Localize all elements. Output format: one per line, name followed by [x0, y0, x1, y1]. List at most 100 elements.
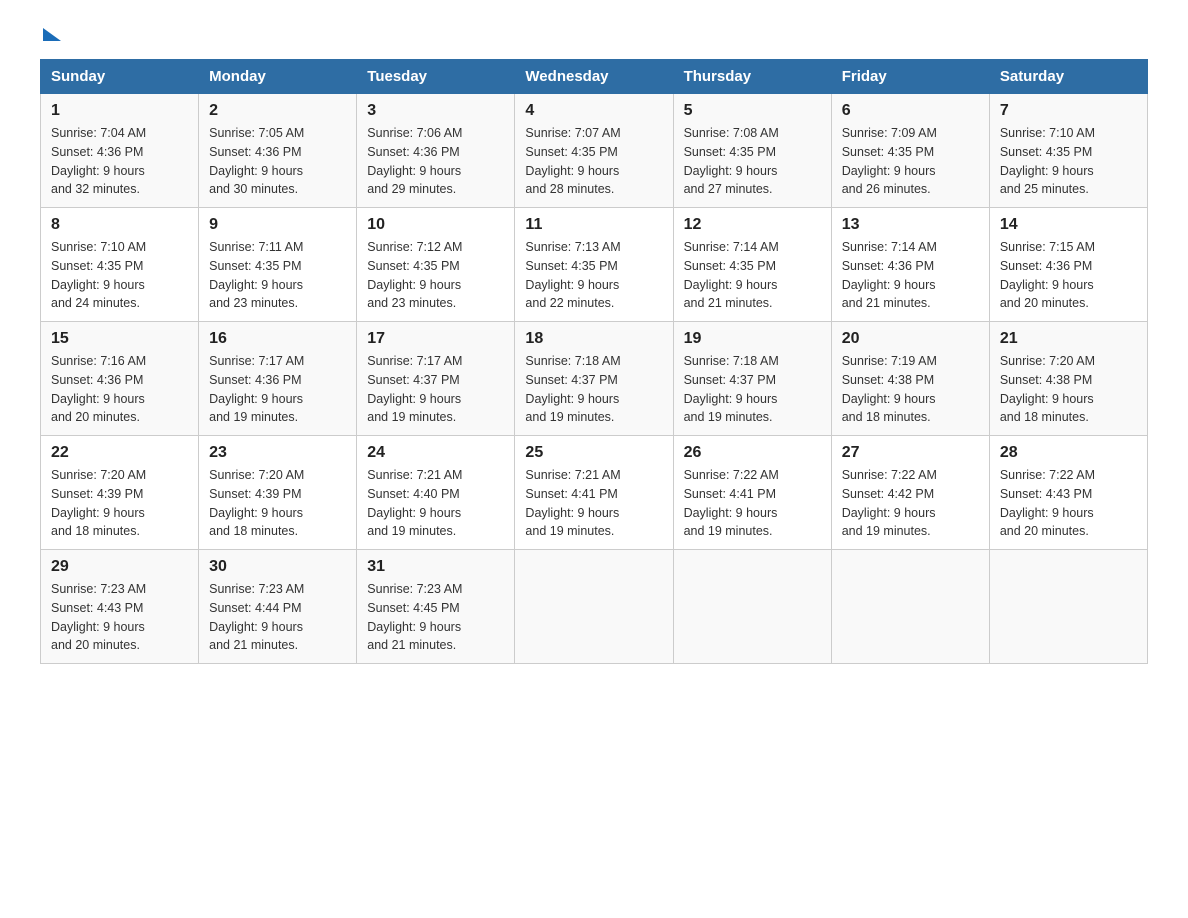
calendar-cell [515, 550, 673, 664]
day-number: 24 [367, 444, 504, 462]
day-info: Sunrise: 7:15 AMSunset: 4:36 PMDaylight:… [1000, 240, 1095, 310]
calendar-cell: 7 Sunrise: 7:10 AMSunset: 4:35 PMDayligh… [989, 94, 1147, 208]
col-header-sunday: Sunday [41, 60, 199, 94]
day-info: Sunrise: 7:20 AMSunset: 4:39 PMDaylight:… [209, 468, 304, 538]
day-number: 21 [1000, 330, 1137, 348]
day-info: Sunrise: 7:11 AMSunset: 4:35 PMDaylight:… [209, 240, 303, 310]
calendar-cell: 5 Sunrise: 7:08 AMSunset: 4:35 PMDayligh… [673, 94, 831, 208]
calendar-cell: 24 Sunrise: 7:21 AMSunset: 4:40 PMDaylig… [357, 436, 515, 550]
calendar-cell [673, 550, 831, 664]
day-info: Sunrise: 7:18 AMSunset: 4:37 PMDaylight:… [525, 354, 620, 424]
day-number: 15 [51, 330, 188, 348]
day-number: 31 [367, 558, 504, 576]
day-info: Sunrise: 7:22 AMSunset: 4:43 PMDaylight:… [1000, 468, 1095, 538]
day-info: Sunrise: 7:06 AMSunset: 4:36 PMDaylight:… [367, 126, 462, 196]
day-info: Sunrise: 7:22 AMSunset: 4:42 PMDaylight:… [842, 468, 937, 538]
calendar-cell: 8 Sunrise: 7:10 AMSunset: 4:35 PMDayligh… [41, 208, 199, 322]
day-info: Sunrise: 7:21 AMSunset: 4:41 PMDaylight:… [525, 468, 620, 538]
calendar-cell: 14 Sunrise: 7:15 AMSunset: 4:36 PMDaylig… [989, 208, 1147, 322]
day-number: 5 [684, 102, 821, 120]
day-info: Sunrise: 7:14 AMSunset: 4:36 PMDaylight:… [842, 240, 937, 310]
calendar-table: SundayMondayTuesdayWednesdayThursdayFrid… [40, 59, 1148, 664]
day-number: 10 [367, 216, 504, 234]
day-number: 6 [842, 102, 979, 120]
col-header-monday: Monday [199, 60, 357, 94]
day-info: Sunrise: 7:19 AMSunset: 4:38 PMDaylight:… [842, 354, 937, 424]
calendar-cell: 3 Sunrise: 7:06 AMSunset: 4:36 PMDayligh… [357, 94, 515, 208]
calendar-cell: 27 Sunrise: 7:22 AMSunset: 4:42 PMDaylig… [831, 436, 989, 550]
day-number: 25 [525, 444, 662, 462]
page-header [40, 30, 1148, 39]
logo-triangle-icon [43, 28, 61, 41]
logo [40, 30, 61, 39]
calendar-cell: 26 Sunrise: 7:22 AMSunset: 4:41 PMDaylig… [673, 436, 831, 550]
day-number: 26 [684, 444, 821, 462]
calendar-cell: 2 Sunrise: 7:05 AMSunset: 4:36 PMDayligh… [199, 94, 357, 208]
day-info: Sunrise: 7:23 AMSunset: 4:44 PMDaylight:… [209, 582, 304, 652]
day-info: Sunrise: 7:05 AMSunset: 4:36 PMDaylight:… [209, 126, 304, 196]
day-number: 16 [209, 330, 346, 348]
day-info: Sunrise: 7:20 AMSunset: 4:38 PMDaylight:… [1000, 354, 1095, 424]
day-info: Sunrise: 7:08 AMSunset: 4:35 PMDaylight:… [684, 126, 779, 196]
day-number: 19 [684, 330, 821, 348]
day-info: Sunrise: 7:17 AMSunset: 4:37 PMDaylight:… [367, 354, 462, 424]
day-number: 22 [51, 444, 188, 462]
day-info: Sunrise: 7:20 AMSunset: 4:39 PMDaylight:… [51, 468, 146, 538]
day-info: Sunrise: 7:10 AMSunset: 4:35 PMDaylight:… [51, 240, 146, 310]
calendar-cell: 18 Sunrise: 7:18 AMSunset: 4:37 PMDaylig… [515, 322, 673, 436]
day-number: 20 [842, 330, 979, 348]
day-number: 3 [367, 102, 504, 120]
calendar-week-row: 8 Sunrise: 7:10 AMSunset: 4:35 PMDayligh… [41, 208, 1148, 322]
calendar-cell: 20 Sunrise: 7:19 AMSunset: 4:38 PMDaylig… [831, 322, 989, 436]
calendar-week-row: 29 Sunrise: 7:23 AMSunset: 4:43 PMDaylig… [41, 550, 1148, 664]
day-info: Sunrise: 7:07 AMSunset: 4:35 PMDaylight:… [525, 126, 620, 196]
col-header-tuesday: Tuesday [357, 60, 515, 94]
calendar-cell: 12 Sunrise: 7:14 AMSunset: 4:35 PMDaylig… [673, 208, 831, 322]
calendar-cell [989, 550, 1147, 664]
day-number: 29 [51, 558, 188, 576]
day-number: 2 [209, 102, 346, 120]
calendar-cell: 23 Sunrise: 7:20 AMSunset: 4:39 PMDaylig… [199, 436, 357, 550]
calendar-cell: 25 Sunrise: 7:21 AMSunset: 4:41 PMDaylig… [515, 436, 673, 550]
day-number: 18 [525, 330, 662, 348]
day-info: Sunrise: 7:18 AMSunset: 4:37 PMDaylight:… [684, 354, 779, 424]
day-number: 17 [367, 330, 504, 348]
day-number: 8 [51, 216, 188, 234]
calendar-cell: 21 Sunrise: 7:20 AMSunset: 4:38 PMDaylig… [989, 322, 1147, 436]
day-info: Sunrise: 7:14 AMSunset: 4:35 PMDaylight:… [684, 240, 779, 310]
day-info: Sunrise: 7:23 AMSunset: 4:45 PMDaylight:… [367, 582, 462, 652]
day-number: 14 [1000, 216, 1137, 234]
day-info: Sunrise: 7:04 AMSunset: 4:36 PMDaylight:… [51, 126, 146, 196]
calendar-cell: 6 Sunrise: 7:09 AMSunset: 4:35 PMDayligh… [831, 94, 989, 208]
day-info: Sunrise: 7:16 AMSunset: 4:36 PMDaylight:… [51, 354, 146, 424]
calendar-cell: 1 Sunrise: 7:04 AMSunset: 4:36 PMDayligh… [41, 94, 199, 208]
calendar-cell: 15 Sunrise: 7:16 AMSunset: 4:36 PMDaylig… [41, 322, 199, 436]
calendar-cell [831, 550, 989, 664]
calendar-cell: 29 Sunrise: 7:23 AMSunset: 4:43 PMDaylig… [41, 550, 199, 664]
calendar-cell: 11 Sunrise: 7:13 AMSunset: 4:35 PMDaylig… [515, 208, 673, 322]
calendar-cell: 30 Sunrise: 7:23 AMSunset: 4:44 PMDaylig… [199, 550, 357, 664]
calendar-cell: 16 Sunrise: 7:17 AMSunset: 4:36 PMDaylig… [199, 322, 357, 436]
day-number: 23 [209, 444, 346, 462]
calendar-cell: 19 Sunrise: 7:18 AMSunset: 4:37 PMDaylig… [673, 322, 831, 436]
calendar-cell: 10 Sunrise: 7:12 AMSunset: 4:35 PMDaylig… [357, 208, 515, 322]
day-number: 11 [525, 216, 662, 234]
calendar-week-row: 1 Sunrise: 7:04 AMSunset: 4:36 PMDayligh… [41, 94, 1148, 208]
day-info: Sunrise: 7:17 AMSunset: 4:36 PMDaylight:… [209, 354, 304, 424]
calendar-cell: 28 Sunrise: 7:22 AMSunset: 4:43 PMDaylig… [989, 436, 1147, 550]
day-info: Sunrise: 7:13 AMSunset: 4:35 PMDaylight:… [525, 240, 620, 310]
calendar-cell: 17 Sunrise: 7:17 AMSunset: 4:37 PMDaylig… [357, 322, 515, 436]
calendar-header-row: SundayMondayTuesdayWednesdayThursdayFrid… [41, 60, 1148, 94]
calendar-cell: 9 Sunrise: 7:11 AMSunset: 4:35 PMDayligh… [199, 208, 357, 322]
calendar-week-row: 22 Sunrise: 7:20 AMSunset: 4:39 PMDaylig… [41, 436, 1148, 550]
col-header-wednesday: Wednesday [515, 60, 673, 94]
calendar-cell: 31 Sunrise: 7:23 AMSunset: 4:45 PMDaylig… [357, 550, 515, 664]
day-number: 9 [209, 216, 346, 234]
day-number: 28 [1000, 444, 1137, 462]
day-number: 7 [1000, 102, 1137, 120]
day-info: Sunrise: 7:21 AMSunset: 4:40 PMDaylight:… [367, 468, 462, 538]
calendar-cell: 4 Sunrise: 7:07 AMSunset: 4:35 PMDayligh… [515, 94, 673, 208]
col-header-friday: Friday [831, 60, 989, 94]
day-info: Sunrise: 7:12 AMSunset: 4:35 PMDaylight:… [367, 240, 462, 310]
calendar-cell: 13 Sunrise: 7:14 AMSunset: 4:36 PMDaylig… [831, 208, 989, 322]
